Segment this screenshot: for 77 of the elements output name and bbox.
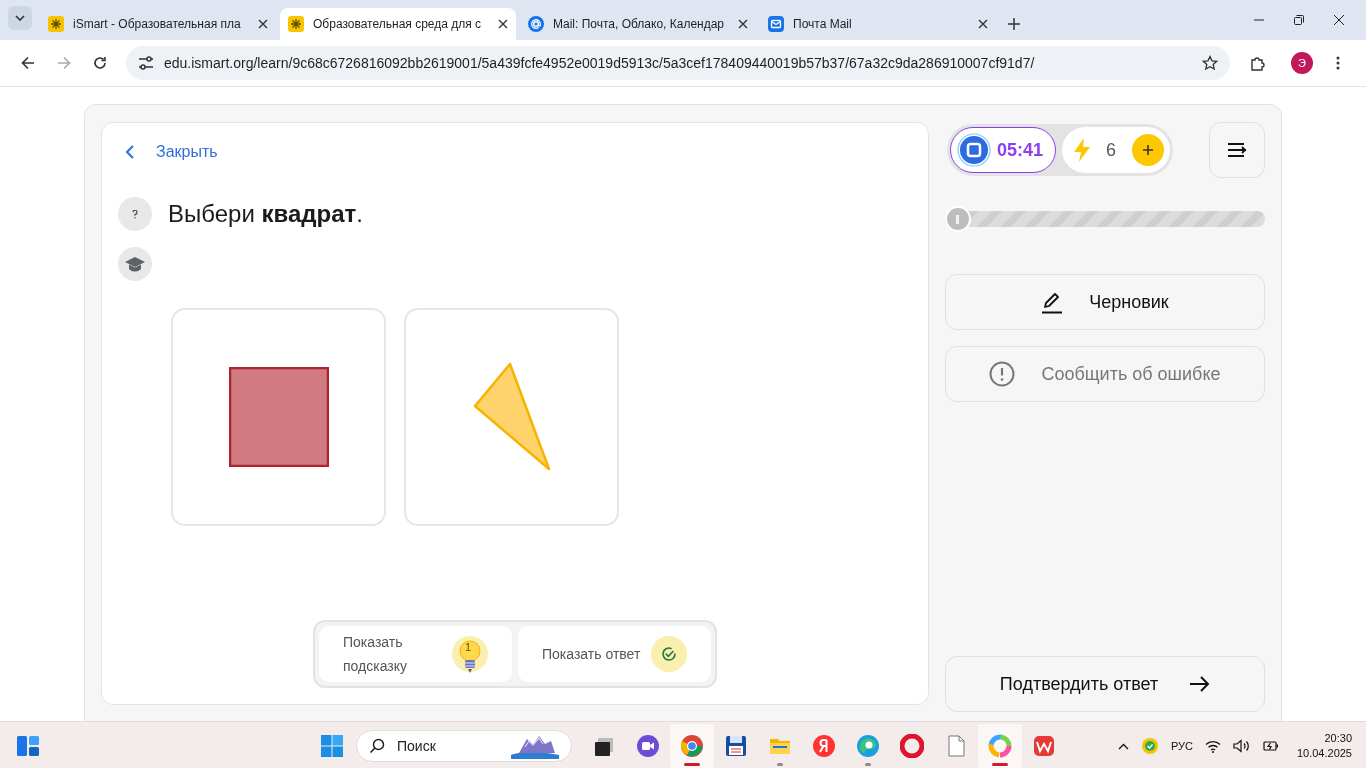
close-icon[interactable]	[978, 19, 988, 29]
plus-icon	[1142, 144, 1155, 156]
clock-date[interactable]: 10.04.2025	[1296, 746, 1352, 761]
caret-down-icon	[15, 15, 25, 21]
close-link[interactable]: Закрыть	[118, 141, 224, 163]
ring-icon[interactable]	[900, 734, 924, 758]
graduation-cap-icon	[125, 256, 145, 272]
envelope-icon	[768, 16, 784, 32]
browser-tab[interactable]: iSmart - Образовательная пла	[40, 8, 276, 40]
check-circle-icon	[661, 646, 677, 662]
theory-button[interactable]	[118, 247, 152, 281]
energy-count: 6	[1106, 139, 1117, 161]
search-icon	[369, 738, 385, 754]
menu-icon	[1227, 142, 1247, 158]
star-icon[interactable]	[1202, 55, 1218, 71]
search-field[interactable]: Поиск	[356, 730, 572, 762]
profile-avatar[interactable]: Э	[1291, 52, 1313, 74]
chevron-left-icon	[126, 145, 134, 159]
clock-time[interactable]: 20:30	[1324, 731, 1352, 746]
exclamation-circle-icon	[989, 361, 1016, 387]
wifi-icon[interactable]	[1204, 739, 1221, 753]
add-energy-button[interactable]	[1132, 134, 1165, 166]
chevron-up-icon[interactable]	[1117, 742, 1129, 750]
battery-charging-icon[interactable]	[1262, 740, 1279, 752]
stop-icon	[957, 133, 991, 167]
help-button[interactable]: Показать ответ	[518, 626, 711, 682]
help-label: Показать подсказку	[343, 633, 408, 676]
puzzle-icon[interactable]	[1250, 55, 1266, 71]
help-label: Показать ответ	[542, 645, 642, 664]
submit-answer-button[interactable]: Подтвердить ответ	[945, 656, 1265, 712]
close-icon[interactable]	[498, 19, 508, 29]
reload-icon[interactable]	[93, 56, 107, 70]
restore-icon[interactable]	[1294, 15, 1304, 25]
tab-title: iSmart - Образовательная пла	[73, 17, 242, 31]
sparkle-logo-icon	[48, 16, 64, 32]
widgets-icon[interactable]	[16, 734, 40, 758]
language-indicator[interactable]: РУС	[1170, 740, 1193, 752]
pencil-icon	[1041, 290, 1064, 314]
hint-count: 1	[465, 640, 472, 654]
menu-button[interactable]	[1209, 122, 1265, 178]
color-ring-icon[interactable]	[988, 734, 1012, 758]
browser-tab[interactable]: Образовательная среда для с	[280, 8, 516, 40]
start-icon[interactable]	[321, 735, 343, 757]
back-arrow-icon[interactable]	[21, 56, 35, 70]
speaker-icon[interactable]	[1232, 739, 1251, 753]
site-settings-icon[interactable]	[138, 56, 154, 70]
tab-list-button[interactable]	[8, 6, 32, 30]
close-icon[interactable]	[1334, 15, 1344, 25]
timer-pill[interactable]: 05:41	[950, 127, 1057, 173]
lightning-icon	[1074, 138, 1091, 162]
search-placeholder: Поиск	[397, 738, 437, 754]
browser-tab[interactable]: Mail: Почта, Облако, Календар	[520, 8, 756, 40]
at-sign-icon	[528, 16, 544, 32]
question-mark-icon	[132, 209, 138, 219]
video-chat-icon[interactable]	[636, 734, 660, 758]
close-icon[interactable]	[738, 19, 748, 29]
arrow-right-icon	[1190, 676, 1211, 692]
more-menu-icon[interactable]	[1336, 56, 1340, 70]
close-icon[interactable]	[258, 19, 268, 29]
tab-title: Почта Mail	[793, 17, 853, 31]
question-text: Выбери квадрат.	[168, 200, 363, 228]
draft-button[interactable]: Черновик	[945, 274, 1265, 330]
letter-circle-icon[interactable]	[812, 734, 836, 758]
wave-circle-icon[interactable]	[856, 734, 880, 758]
shield-check-icon[interactable]	[1140, 737, 1159, 755]
light-bulb-icon	[459, 640, 481, 674]
report-error-button[interactable]: Сообщить об ошибке	[945, 346, 1265, 402]
browser-icon[interactable]	[680, 734, 704, 758]
timer-text: 05:41	[997, 139, 1044, 161]
tab-title: Mail: Почта, Облако, Календар	[553, 17, 726, 31]
help-button[interactable]: Показать подсказку 1	[319, 626, 512, 682]
office-suite-icon[interactable]	[1032, 734, 1056, 758]
tab-title: Образовательная среда для с	[313, 17, 483, 31]
sparkle-logo-icon	[288, 16, 304, 32]
plus-icon[interactable]	[1008, 18, 1020, 30]
answer-option[interactable]	[171, 308, 386, 526]
browser-tab[interactable]: Почта Mail	[760, 8, 996, 40]
